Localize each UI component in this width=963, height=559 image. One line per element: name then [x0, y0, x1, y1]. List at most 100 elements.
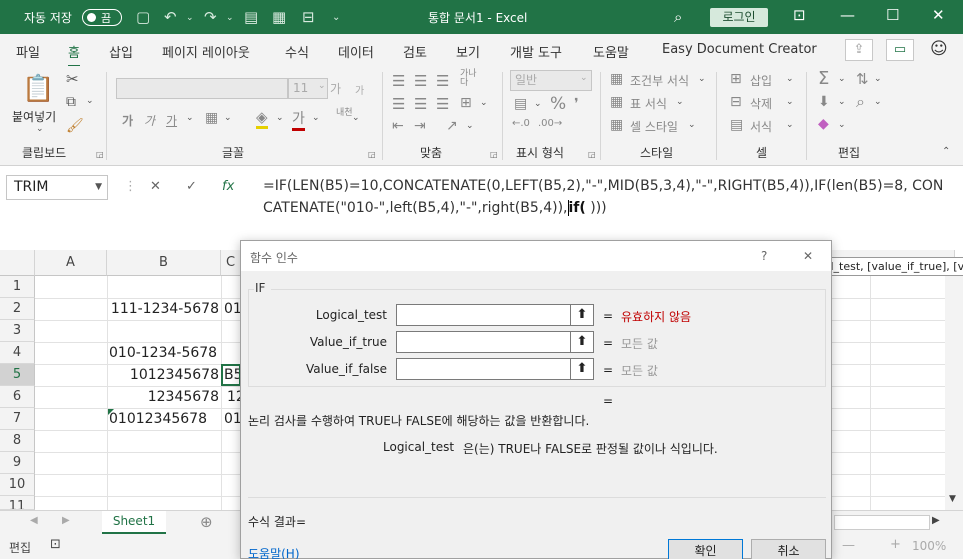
cut-icon[interactable]: ✂ — [66, 70, 79, 88]
dialog-help-icon[interactable]: ? — [761, 249, 767, 263]
find-dropdown-icon[interactable]: ⌄ — [874, 97, 882, 107]
increase-indent-icon[interactable]: ⇥ — [414, 118, 426, 134]
increase-decimal-icon[interactable]: ←.0 — [512, 118, 530, 129]
paste-icon[interactable]: 📋 — [22, 74, 54, 104]
align-left-icon[interactable]: ☰ — [392, 95, 405, 113]
row-header-7[interactable]: 7 — [0, 408, 35, 430]
number-format-dropdown-icon[interactable]: ⌄ — [580, 73, 588, 83]
delete-dropdown-icon[interactable]: ⌄ — [786, 97, 794, 107]
wrap-text-button[interactable]: 가나다 — [460, 70, 480, 88]
percent-style-icon[interactable]: % — [550, 94, 566, 114]
prev-sheet-icon[interactable]: ◀ — [30, 515, 38, 526]
tab-data[interactable]: 데이터 — [338, 42, 374, 61]
row-header-4[interactable]: 4 — [0, 342, 35, 364]
autosum-dropdown-icon[interactable]: ⌄ — [838, 74, 846, 84]
form-icon[interactable]: ▤ — [244, 8, 258, 26]
conditional-format-icon[interactable]: ▦ — [610, 71, 623, 87]
align-top-icon[interactable]: ☰ — [392, 72, 405, 90]
cell-styles-button[interactable]: 셀 스타일 — [630, 118, 678, 135]
horizontal-scrollbar[interactable] — [834, 515, 930, 530]
decrease-indent-icon[interactable]: ⇤ — [392, 118, 404, 134]
tab-view[interactable]: 보기 — [456, 42, 480, 61]
conditional-dropdown-icon[interactable]: ⌄ — [698, 74, 706, 84]
cell-b4[interactable]: 010-1234-5678 — [109, 342, 221, 364]
tab-file[interactable]: 파일 — [16, 42, 40, 61]
copy-icon[interactable]: ⧉ — [66, 94, 76, 110]
conditional-format-button[interactable]: 조건부 서식 — [630, 72, 689, 89]
font-size-dropdown-icon[interactable]: ⌄ — [318, 81, 326, 91]
cancel-icon[interactable]: ✕ — [150, 179, 161, 194]
fill-icon[interactable]: ⬇ — [818, 94, 830, 110]
filter-icon[interactable]: ⊟ — [302, 8, 315, 26]
clipboard-dialog-launcher-icon[interactable]: ◲ — [96, 150, 104, 159]
tab-developer[interactable]: 개발 도구 — [510, 42, 562, 61]
login-button[interactable]: 로그인 — [710, 8, 768, 27]
cell-c2[interactable]: 01 — [224, 298, 240, 320]
tab-insert[interactable]: 삽입 — [109, 42, 133, 61]
redo-dropdown-icon[interactable]: ⌄ — [226, 13, 234, 23]
formula-input[interactable]: =IF(LEN(B5)=10,CONCATENATE(0,LEFT(B5,2),… — [263, 175, 953, 219]
clear-dropdown-icon[interactable]: ⌄ — [838, 120, 846, 130]
format-as-table-button[interactable]: 표 서식 — [630, 95, 667, 112]
tab-home[interactable]: 홈 — [68, 42, 80, 67]
sheet-tab-sheet1[interactable]: Sheet1 — [102, 511, 166, 534]
search-icon[interactable]: ⌕ — [674, 8, 682, 26]
delete-cells-icon[interactable]: ⊟ — [730, 94, 742, 110]
column-header-b[interactable]: B — [107, 250, 221, 276]
align-center-icon[interactable]: ☰ — [414, 95, 427, 113]
insert-dropdown-icon[interactable]: ⌄ — [786, 74, 794, 84]
column-header-c[interactable]: C — [221, 250, 241, 276]
maximize-icon[interactable]: ☐ — [886, 6, 899, 24]
zoom-level[interactable]: 100% — [912, 539, 946, 553]
font-color-dropdown-icon[interactable]: ⌄ — [312, 113, 320, 123]
cell-b7[interactable]: 01012345678 — [109, 408, 221, 430]
autosave-toggle[interactable]: 끔 — [82, 9, 122, 26]
underline-dropdown-icon[interactable]: ⌄ — [186, 113, 194, 123]
fill-dropdown-icon[interactable]: ⌄ — [838, 97, 846, 107]
fill-color-dropdown-icon[interactable]: ⌄ — [276, 113, 284, 123]
format-cells-button[interactable]: 서식 — [750, 118, 772, 135]
tab-review[interactable]: 검토 — [403, 42, 427, 61]
paste-dropdown-icon[interactable]: ⌄ — [36, 124, 44, 134]
font-color-button[interactable]: 가 — [292, 108, 305, 131]
find-select-icon[interactable]: ⌕ — [856, 92, 865, 112]
format-as-table-icon[interactable]: ▦ — [610, 94, 623, 110]
next-sheet-icon[interactable]: ▶ — [62, 515, 70, 526]
column-header-a[interactable]: A — [35, 250, 107, 276]
arg-collapse-value-if-false-icon[interactable]: ⬆ — [570, 358, 594, 380]
zoom-out-icon[interactable]: — — [842, 538, 855, 553]
cancel-button[interactable]: 취소 — [751, 539, 826, 559]
row-header-2[interactable]: 2 — [0, 298, 35, 320]
accounting-dropdown-icon[interactable]: ⌄ — [534, 99, 542, 109]
cell-c5-active[interactable]: B5 — [221, 364, 241, 386]
vertical-scrollbar[interactable]: ▼ — [945, 276, 963, 510]
row-header-10[interactable]: 10 — [0, 474, 35, 496]
delete-cells-button[interactable]: 삭제 — [750, 95, 772, 112]
scroll-right-icon[interactable]: ▶ — [932, 515, 940, 526]
macro-record-icon[interactable]: ⊡ — [50, 537, 61, 552]
insert-cells-button[interactable]: 삽입 — [750, 72, 772, 89]
tab-help[interactable]: 도움말 — [593, 42, 629, 61]
zoom-in-icon[interactable]: + — [890, 537, 901, 552]
arg-collapse-logical-test-icon[interactable]: ⬆ — [570, 304, 594, 326]
row-header-5[interactable]: 5 — [0, 364, 35, 386]
collapse-ribbon-icon[interactable]: ⌃ — [942, 146, 950, 157]
underline-button[interactable]: 가 — [166, 112, 177, 129]
fill-color-icon[interactable]: ◈ — [256, 108, 268, 129]
row-header-9[interactable]: 9 — [0, 452, 35, 474]
row-header-3[interactable]: 3 — [0, 320, 35, 342]
alignment-dialog-launcher-icon[interactable]: ◲ — [490, 150, 498, 159]
select-all-corner[interactable] — [0, 250, 35, 276]
insert-cells-icon[interactable]: ⊞ — [730, 71, 742, 87]
row-header-1[interactable]: 1 — [0, 276, 35, 298]
merge-dropdown-icon[interactable]: ⌄ — [480, 98, 488, 108]
borders-icon[interactable]: ▦ — [205, 110, 218, 126]
copy-dropdown-icon[interactable]: ⌄ — [86, 96, 94, 106]
paste-label[interactable]: 붙여넣기 — [12, 108, 56, 125]
grow-font-button[interactable]: 가 — [330, 80, 341, 97]
cell-styles-dropdown-icon[interactable]: ⌄ — [688, 120, 696, 130]
font-name-combo[interactable] — [116, 78, 288, 99]
sort-filter-dropdown-icon[interactable]: ⌄ — [874, 74, 882, 84]
undo-dropdown-icon[interactable]: ⌄ — [186, 13, 194, 23]
tab-page-layout[interactable]: 페이지 레이아웃 — [162, 42, 250, 61]
